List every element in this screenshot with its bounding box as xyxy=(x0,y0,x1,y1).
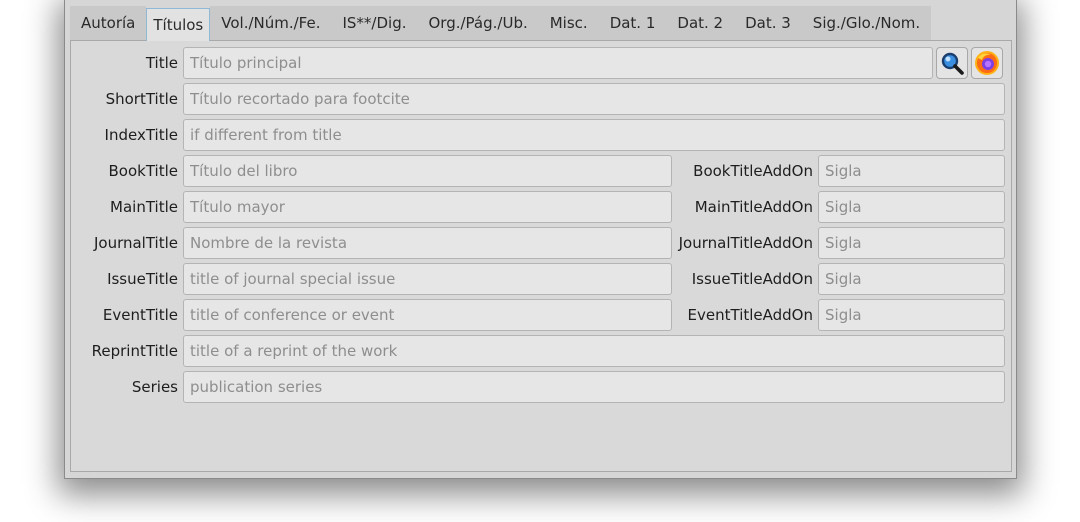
tab-vol-num-fe[interactable]: Vol./Núm./Fe. xyxy=(210,6,332,40)
event-title-addon-input[interactable] xyxy=(818,299,1005,331)
search-button[interactable] xyxy=(936,47,968,79)
editor-window: Autoría Títulos Vol./Núm./Fe. IS**/Dig. … xyxy=(64,0,1017,479)
tab-dat-3[interactable]: Dat. 3 xyxy=(734,6,802,40)
tab-org-pag-ub[interactable]: Org./Pág./Ub. xyxy=(417,6,539,40)
tab-dat-1[interactable]: Dat. 1 xyxy=(598,6,667,40)
journal-title-label: JournalTitle xyxy=(93,234,178,252)
main-title-addon-input[interactable] xyxy=(818,191,1005,223)
journal-title-addon-label: JournalTitleAddOn xyxy=(678,234,813,252)
book-title-addon-input[interactable] xyxy=(818,155,1005,187)
tab-autoria[interactable]: Autoría xyxy=(70,6,147,40)
journal-title-addon-input[interactable] xyxy=(818,227,1005,259)
index-title-label: IndexTitle xyxy=(104,126,178,144)
index-title-input[interactable] xyxy=(183,119,1005,151)
event-title-label: EventTitle xyxy=(102,306,178,324)
tab-titulos[interactable]: Títulos xyxy=(146,8,211,41)
book-title-label: BookTitle xyxy=(108,162,178,180)
main-title-input[interactable] xyxy=(183,191,672,223)
title-input[interactable] xyxy=(183,47,933,79)
tab-bar: Autoría Títulos Vol./Núm./Fe. IS**/Dig. … xyxy=(70,6,932,41)
book-title-addon-label: BookTitleAddOn xyxy=(693,162,813,180)
book-title-input[interactable] xyxy=(183,155,672,187)
main-title-label: MainTitle xyxy=(110,198,178,216)
event-title-addon-label: EventTitleAddOn xyxy=(687,306,813,324)
issue-title-addon-input[interactable] xyxy=(818,263,1005,295)
issue-title-addon-label: IssueTitleAddOn xyxy=(691,270,813,288)
firefox-browser-icon xyxy=(975,51,999,75)
short-title-input[interactable] xyxy=(183,83,1005,115)
tab-is-dig[interactable]: IS**/Dig. xyxy=(331,6,418,40)
reprint-title-label: ReprintTitle xyxy=(91,342,178,360)
title-label: Title xyxy=(145,54,178,72)
main-title-addon-label: MainTitleAddOn xyxy=(694,198,813,216)
short-title-label: ShortTitle xyxy=(105,90,178,108)
reprint-title-input[interactable] xyxy=(183,335,1005,367)
journal-title-input[interactable] xyxy=(183,227,672,259)
open-in-firefox-button[interactable] xyxy=(971,47,1003,79)
event-title-input[interactable] xyxy=(183,299,672,331)
magnifier-search-icon xyxy=(941,52,964,75)
tab-sig-glo-nom[interactable]: Sig./Glo./Nom. xyxy=(801,6,932,40)
series-input[interactable] xyxy=(183,371,1005,403)
tab-dat-2[interactable]: Dat. 2 xyxy=(666,6,735,40)
tab-misc[interactable]: Misc. xyxy=(538,6,599,40)
series-label: Series xyxy=(131,378,178,396)
issue-title-input[interactable] xyxy=(183,263,672,295)
issue-title-label: IssueTitle xyxy=(107,270,178,288)
